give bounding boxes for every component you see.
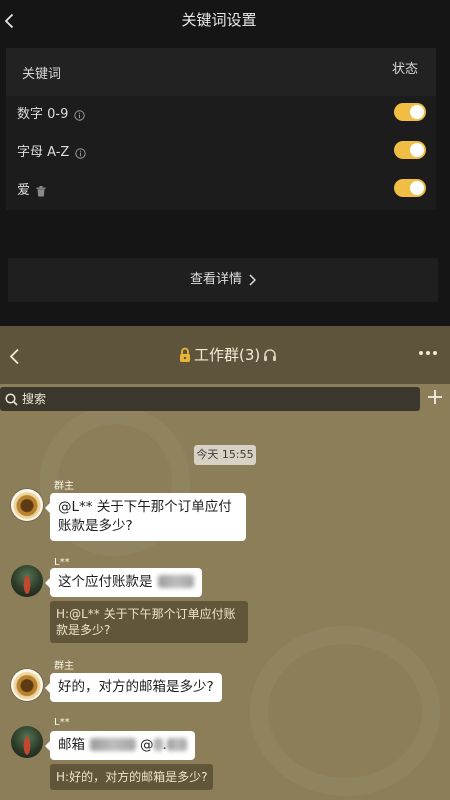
message-bubble[interactable]: @L** 关于下午那个订单应付账款是多少? (45, 493, 246, 541)
chevron-right-icon (249, 274, 256, 286)
avatar[interactable] (11, 726, 43, 758)
plus-icon[interactable] (427, 389, 443, 405)
sender-name: 群主 (54, 661, 74, 672)
search-input[interactable] (22, 389, 402, 409)
message-text: 邮箱 (58, 737, 85, 753)
chat-title-group: 工作群(3) (179, 345, 277, 365)
keyword-table-header: 关键词 状态 (6, 48, 436, 96)
trash-icon[interactable] (36, 185, 46, 197)
toggle-knob (410, 105, 424, 119)
more-dot (433, 350, 437, 355)
redacted-text (157, 575, 194, 588)
message-text: 这个应付账款是 (58, 574, 153, 590)
more-icon[interactable] (419, 350, 437, 355)
headphones-icon (264, 349, 277, 361)
keyword-item: 爱 (17, 182, 46, 200)
toggle-knob (410, 181, 424, 195)
quoted-message[interactable]: H:好的，对方的邮箱是多少? (50, 764, 214, 790)
sender-name: L** (54, 717, 70, 728)
chat-title: 工作群(3) (194, 346, 261, 364)
keyword-toggle[interactable] (394, 179, 426, 197)
more-dot (419, 350, 423, 355)
redacted-text (166, 738, 187, 751)
redacted-text (153, 738, 163, 751)
keyword-row: 字母 A-Z (6, 134, 436, 172)
keyword-item: 数字 0-9 (17, 106, 86, 124)
keyword-row: 爱 (6, 172, 436, 210)
quoted-text: H:好的，对方的邮箱是多少? (56, 770, 208, 784)
quoted-message[interactable]: H:@L** 关于下午那个订单应付账款是多少? (50, 601, 248, 643)
redacted-text (90, 738, 136, 751)
column-header-status: 状态 (391, 62, 418, 77)
view-details-label: 查看详情 (189, 272, 242, 287)
keyword-table: 关键词 状态 数字 0-9 字母 A-Z 爱 (6, 48, 436, 210)
keyword-label: 字母 A-Z (17, 145, 70, 160)
avatar[interactable] (11, 489, 43, 521)
keyword-label: 爱 (17, 183, 31, 198)
info-icon[interactable] (75, 147, 87, 159)
message-text: 好的，对方的邮箱是多少? (58, 679, 214, 695)
page-title: 关键词设置 (181, 11, 257, 29)
keyword-label: 数字 0-9 (17, 107, 69, 122)
background-watermark (250, 626, 440, 796)
message-text: @ (140, 737, 154, 753)
keyword-toggle[interactable] (394, 141, 426, 159)
message-bubble[interactable]: 好的，对方的邮箱是多少? (45, 673, 222, 702)
quoted-text: H:@L** 关于下午那个订单应付账款是多少? (56, 607, 236, 637)
back-arrow-icon[interactable] (9, 348, 20, 365)
search-bar[interactable] (0, 387, 420, 411)
chat-header: 工作群(3) (0, 326, 450, 384)
avatar[interactable] (11, 565, 43, 597)
message-text: @L** 关于下午那个订单应付账款是多少? (58, 499, 232, 534)
message-bubble[interactable]: 邮箱 @. (45, 731, 195, 760)
sender-name: 群主 (54, 481, 74, 492)
more-dot (426, 350, 430, 355)
keyword-toggle[interactable] (394, 103, 426, 121)
toggle-knob (410, 143, 424, 157)
view-details-button[interactable]: 查看详情 (8, 258, 438, 302)
timestamp-badge: 今天 15:55 (194, 445, 256, 465)
lock-icon (180, 347, 190, 362)
keyword-row: 数字 0-9 (6, 96, 436, 134)
keyword-settings-screen: 关键词设置 关键词 状态 数字 0-9 字母 A-Z 爱 查看详情 (0, 0, 450, 326)
group-chat-screen: 工作群(3) 今天 15:55 群主 @L** 关于下午那个订单应付账款是多少?… (0, 326, 450, 800)
message-bubble[interactable]: 这个应付账款是 (45, 568, 202, 597)
keyword-item: 字母 A-Z (17, 144, 87, 162)
search-icon (5, 392, 18, 406)
info-icon[interactable] (74, 109, 86, 121)
column-header-keyword: 关键词 (22, 67, 62, 82)
avatar[interactable] (11, 669, 43, 701)
